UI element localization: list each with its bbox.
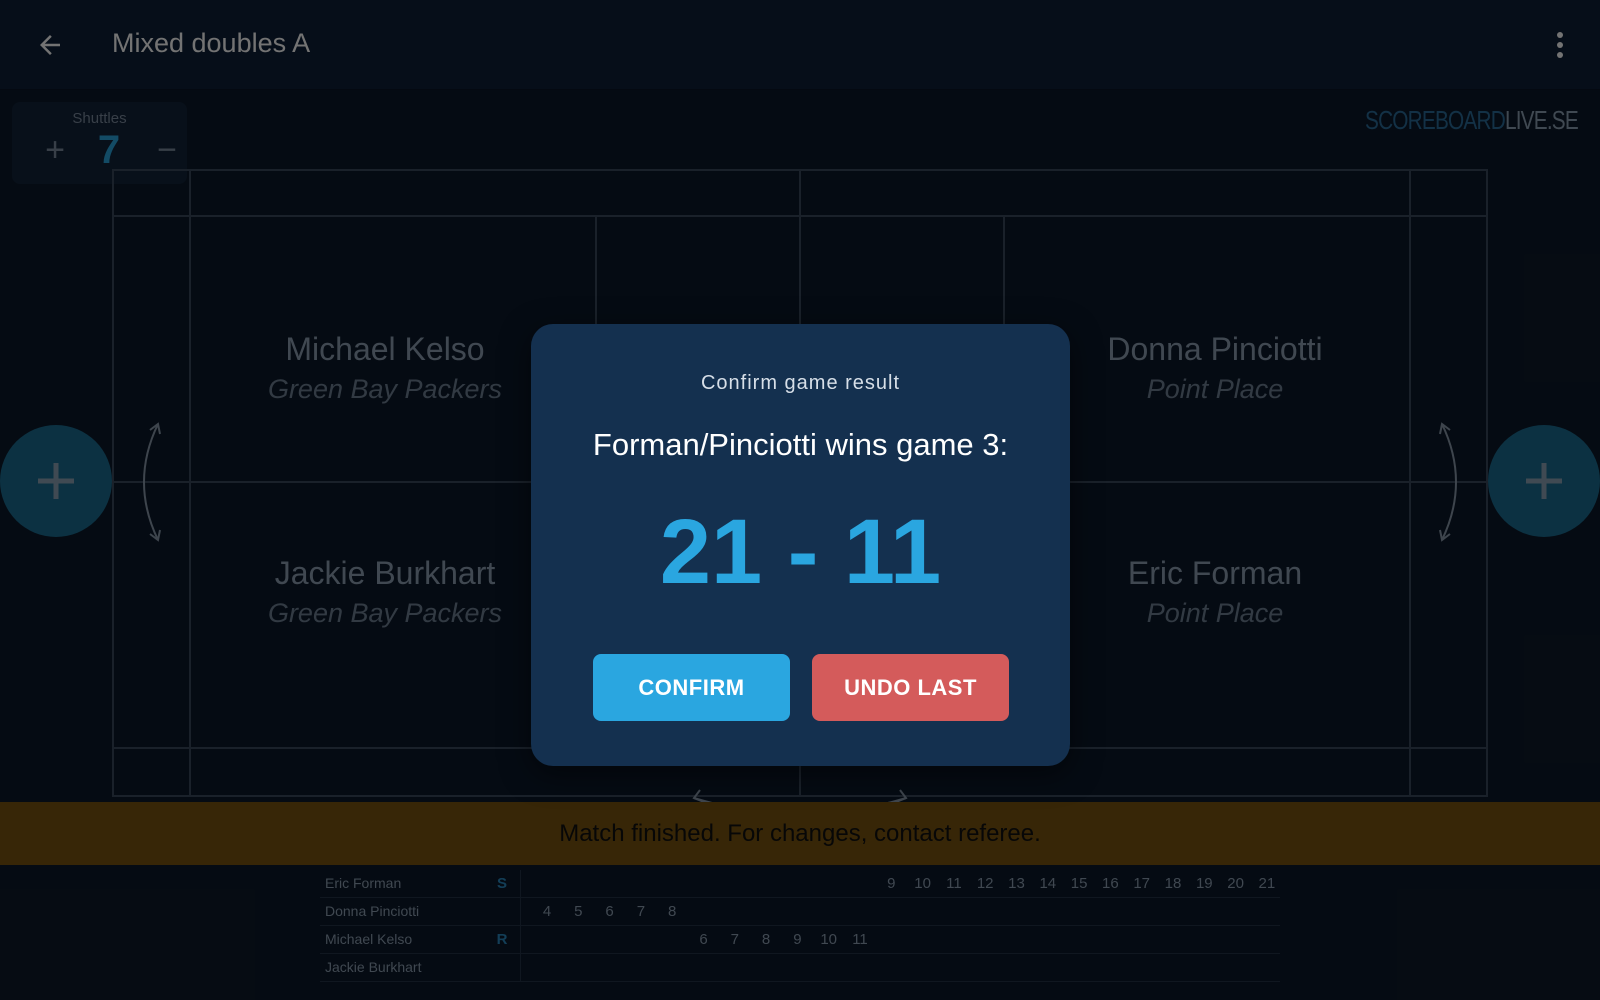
more-vertical-icon xyxy=(1557,32,1563,58)
score-sheet-divider xyxy=(520,870,521,898)
score-sheet-cell: 11 xyxy=(946,875,962,892)
player-name: Michael Kelso xyxy=(285,331,485,367)
dialog-message: Forman/Pinciotti wins game 3: xyxy=(592,427,1009,462)
player-name: Donna Pinciotti xyxy=(1107,331,1323,367)
score-sheet-cell: 6 xyxy=(699,931,708,948)
score-sheet-cell: 21 xyxy=(1258,875,1276,892)
score-sheet-cell: 20 xyxy=(1227,875,1244,892)
dialog-title: Confirm game result xyxy=(700,372,901,394)
score-sheet-cell: 18 xyxy=(1164,875,1182,892)
score-sheet-cell: 5 xyxy=(574,903,583,920)
player-team: Green Bay Packers xyxy=(267,374,503,404)
player-right-top: Donna Pinciotti Point Place xyxy=(1065,330,1365,406)
score-sheet-cell: 17 xyxy=(1133,875,1151,892)
score-sheet-divider xyxy=(520,954,521,982)
add-point-left-button[interactable] xyxy=(0,425,112,537)
match-status-text: Match finished. For changes, contact ref… xyxy=(559,819,1041,847)
score-sheet-cell: 9 xyxy=(793,931,802,948)
player-left-bottom: Jackie Burkhart Green Bay Packers xyxy=(235,554,535,630)
score-sheet-cell: 19 xyxy=(1195,875,1213,892)
score-sheet-marker: S xyxy=(496,875,507,892)
match-status-banner: Match finished. For changes, contact ref… xyxy=(0,802,1600,865)
score-sheet-cell: 14 xyxy=(1039,875,1057,892)
score-sheet-player-name: Donna Pinciotti xyxy=(325,903,420,919)
confirm-button[interactable]: CONFIRM xyxy=(593,654,790,721)
score-sheet-cell: 12 xyxy=(976,875,994,892)
score-sheet-divider xyxy=(520,926,521,954)
player-name: Jackie Burkhart xyxy=(274,555,496,591)
plus-icon xyxy=(1526,463,1562,499)
app-bar: Mixed doubles A xyxy=(0,0,1600,90)
score-sheet-cell: 13 xyxy=(1008,875,1025,892)
player-team: Green Bay Packers xyxy=(267,598,503,628)
score-sheet-cell: 7 xyxy=(636,903,646,920)
score-sheet-row: Eric Forman S 9 10 11 12 13 14 15 16 17 18 19 20 21 xyxy=(320,870,1280,898)
score-sheet-cell: 10 xyxy=(914,875,931,892)
score-sheet-cell: 16 xyxy=(1102,875,1119,892)
overflow-menu-button[interactable] xyxy=(1548,27,1572,63)
score-sheet-row: Michael Kelso R 6 7 8 9 10 11 xyxy=(320,926,1280,954)
score-sheet-cell: 6 xyxy=(605,903,614,920)
score-sheet-player-name: Michael Kelso xyxy=(325,931,413,947)
player-left-top: Michael Kelso Green Bay Packers xyxy=(235,330,535,406)
score-sheet-marker: R xyxy=(496,931,508,948)
page-title: Mixed doubles A xyxy=(112,28,311,58)
score-sheet-cell: 11 xyxy=(852,931,868,948)
score-sheet-cell: 8 xyxy=(761,931,771,948)
arrow-left-icon xyxy=(40,35,60,55)
score-sheet-player-name: Jackie Burkhart xyxy=(325,959,422,975)
game-score: 21 - 11 xyxy=(659,501,942,603)
player-team: Point Place xyxy=(1146,374,1284,404)
undo-last-button[interactable]: UNDO LAST xyxy=(812,654,1009,721)
score-sheet-player-name: Eric Forman xyxy=(325,875,402,891)
score-sheet-divider xyxy=(520,898,521,926)
score-sheet-cell: 15 xyxy=(1070,875,1088,892)
confirm-game-result-dialog: Confirm game result Forman/Pinciotti win… xyxy=(531,324,1070,766)
score-sheet-cell: 10 xyxy=(820,931,838,948)
score-sheet-cell: 4 xyxy=(542,903,552,920)
score-sheet-row: Jackie Burkhart xyxy=(320,954,1280,982)
player-team: Point Place xyxy=(1146,598,1284,628)
score-sheet-cell: 9 xyxy=(887,875,896,892)
score-sheet-cell: 7 xyxy=(730,931,739,948)
plus-icon xyxy=(38,463,74,499)
back-button[interactable] xyxy=(30,25,70,65)
player-right-bottom: Eric Forman Point Place xyxy=(1065,554,1365,630)
player-name: Eric Forman xyxy=(1127,555,1303,591)
add-point-right-button[interactable] xyxy=(1488,425,1600,537)
score-sheet-cell: 8 xyxy=(668,903,677,920)
score-sheet: Eric Forman S 9 10 11 12 13 14 15 16 17 18 19 20 21 Don… xyxy=(320,870,1280,990)
score-sheet-row: Donna Pinciotti 4 5 6 7 8 xyxy=(320,898,1280,926)
